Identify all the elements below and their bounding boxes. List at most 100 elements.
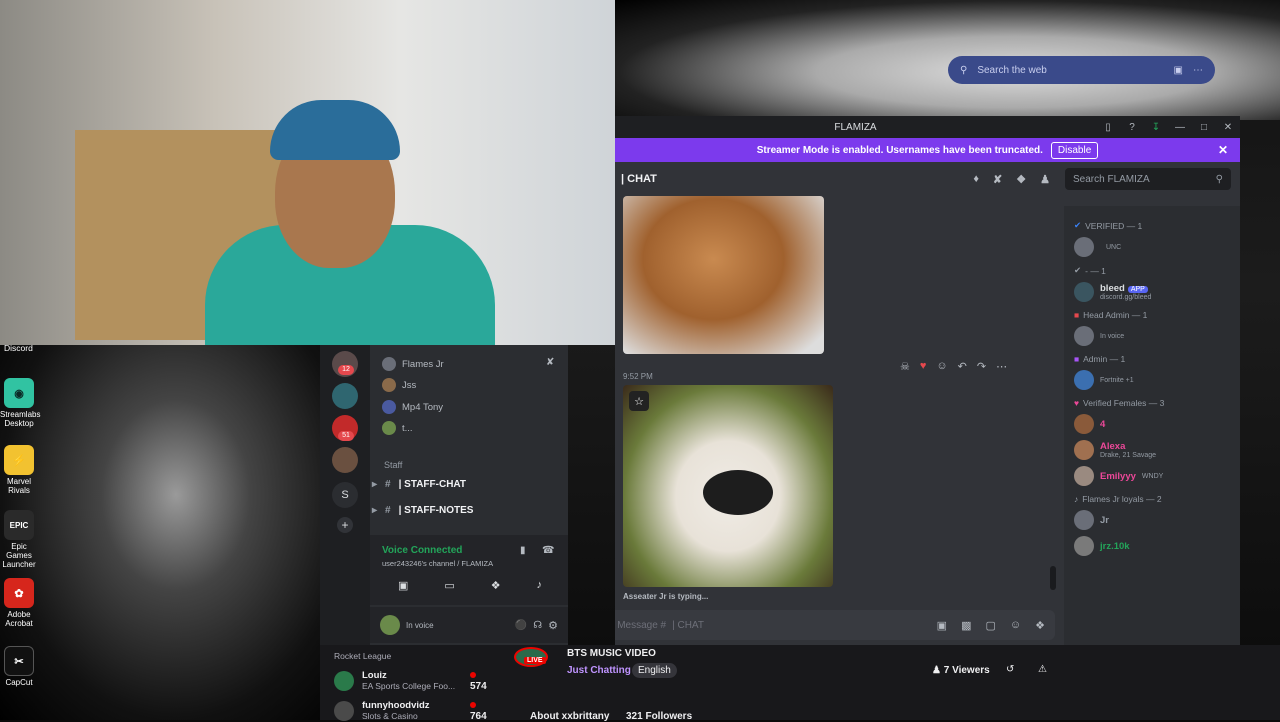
member-list: ✔ VERIFIED — 1 UNC ✔ - — 1 bleed APP discord… [1064,206,1240,651]
message-composer[interactable]: + Message # | CHAT ▣ ▩ ▢ ☺ ❖ [615,610,1055,640]
discord-window: FLAMIZA ▯ ? ↧ — □ ✕ Streamer Mode is ena… [615,116,1240,651]
camera-off-icon[interactable]: ▣ [398,579,408,592]
avatar[interactable] [380,615,400,635]
report-icon[interactable]: ⚠ [1038,664,1047,675]
threads-icon[interactable]: ♦ [973,173,979,186]
close-button[interactable]: ✕ [1216,122,1240,133]
music-icon: ♪ [1074,494,1079,504]
activities-icon[interactable]: ❖ [491,579,501,592]
notifications-icon[interactable]: ✘ [993,173,1002,186]
app-tag: APP [1127,286,1148,293]
server-icon[interactable] [332,447,358,473]
avatar [382,400,396,414]
reply-icon[interactable]: ↶ [958,360,967,373]
desktop-icon-capcut[interactable]: ✂ CapCut [0,646,38,687]
member-item[interactable]: Emilyyy WNDY [1074,466,1230,486]
web-search-bar[interactable]: ⚲ Search the web ▣ ⋯ [948,56,1215,84]
live-badge: LIVE [524,657,546,664]
server-icon[interactable] [332,383,358,409]
followed-channel[interactable]: Louiz EA Sports College Foo... 574 [334,670,487,692]
gif-icon[interactable]: ▩ [961,619,971,632]
mute-icon: ✘ [546,357,555,368]
add-server-icon[interactable]: + [337,517,353,533]
emoji-icon[interactable]: ☺ [936,360,947,373]
apps-icon[interactable]: ❖ [1035,619,1045,632]
close-icon[interactable]: ✕ [1218,143,1228,157]
avatar [1074,414,1094,434]
pin-icon[interactable]: ❖ [1016,173,1026,186]
member-item[interactable]: Jr [1074,510,1230,530]
avatar [1074,536,1094,556]
forward-icon[interactable]: ↷ [977,360,986,373]
member-item[interactable]: Alexa Drake, 21 Savage [1074,440,1230,460]
soundboard-icon[interactable]: ♪ [537,579,543,592]
disconnect-icon[interactable]: ☎ [542,545,554,556]
skull-reaction-icon[interactable]: ☠ [900,360,910,373]
window-title: FLAMIZA [834,121,877,133]
channel-staff-notes[interactable]: ▸ # | STAFF-NOTES [372,505,473,516]
compose-placeholder: Message # [617,619,667,631]
member-item[interactable]: Fortnite +1 [1074,370,1230,390]
desktop-icon-adobe-acrobat[interactable]: ✿ Adobe Acrobat [0,578,38,628]
voice-user[interactable]: Mp4 Tony [382,400,443,414]
signal-icon[interactable]: ▮ [520,545,526,556]
language-tag[interactable]: English [632,663,677,678]
smiling-dog-image-attachment[interactable]: ☆ [623,385,833,587]
member-item[interactable]: 4 [1074,414,1230,434]
followed-channel[interactable]: Rocket League [334,651,391,661]
member-group-header: ■ Head Admin — 1 [1074,310,1148,320]
members-icon[interactable]: ♟ [1040,173,1050,186]
channel-staff-chat[interactable]: ▸ # | STAFF-CHAT [372,479,466,490]
server-search[interactable]: Search FLAMIZA ⚲ [1065,168,1231,190]
voice-user[interactable]: Jss [382,378,416,392]
chat-scrollbar[interactable] [1050,566,1056,590]
desktop-icon-label: Streamlabs Desktop [0,410,41,428]
emoji-picker-icon[interactable]: ☺ [1010,619,1021,632]
help-icon[interactable]: ? [1120,122,1144,133]
member-item[interactable]: UNC [1074,237,1230,257]
member-status: UNC [1106,243,1122,251]
more-icon[interactable]: ⋯ [996,360,1007,373]
viewer-count: ♟ 7 Viewers [932,665,990,676]
dog-image-attachment[interactable] [623,196,824,354]
gift-icon[interactable]: ▣ [937,619,947,632]
maximize-button[interactable]: □ [1192,122,1216,133]
more-icon[interactable]: ⋯ [1193,65,1203,76]
stream-category[interactable]: Just Chatting [567,665,631,676]
lens-icon[interactable]: ▣ [1174,65,1183,76]
disable-streamer-button[interactable]: Disable [1050,141,1099,159]
member-item[interactable]: bleed APP discord.gg/bleed [1074,282,1230,302]
member-status: WNDY [1141,472,1164,480]
followed-channel[interactable]: funnyhoodvidz Slots & Casino 764 [334,700,487,722]
star-icon[interactable]: ☆ [629,391,649,411]
download-icon[interactable]: ↧ [1144,122,1168,133]
sticker-icon[interactable]: ▢ [985,619,995,632]
member-item[interactable]: jrz.10k [1074,536,1230,556]
desktop-icon-epic-games[interactable]: EPIC Epic Games Launcher [0,510,38,569]
heart-reaction-icon[interactable]: ♥ [920,360,927,373]
avatar [1074,282,1094,302]
microphone-icon[interactable]: ⚫ [515,620,527,631]
mention-badge: 51 [338,431,354,441]
member-group-header: ♥ Verified Females — 3 [1074,398,1165,408]
avatar [1074,440,1094,460]
streamer-notice: Streamer Mode is enabled. Usernames have… [756,144,1043,156]
desktop-icon-streamlabs[interactable]: ◉ Streamlabs Desktop [0,378,41,428]
desktop-icon-label: Marvel Rivals [6,477,31,495]
category-staff[interactable]: Staff [384,460,402,470]
voice-user[interactable]: t... [382,421,413,435]
avatar [1074,237,1094,257]
voice-user[interactable]: Flames Jr [382,357,444,371]
screen-share-icon[interactable]: ▭ [444,579,454,592]
headphones-icon[interactable]: ☊ [533,620,542,631]
verified-icon: ✔ [1074,220,1082,230]
twitch-page: Rocket League Louiz EA Sports College Foo… [320,645,1280,722]
share-icon[interactable]: ↺ [1006,664,1014,675]
minimize-button[interactable]: — [1168,122,1192,133]
desktop-icon-marvel-rivals[interactable]: ⚡ Marvel Rivals [0,445,38,495]
member-item[interactable]: In voice [1074,326,1230,346]
inbox-icon[interactable]: ▯ [1096,122,1120,133]
server-icon-letter[interactable]: S [332,482,358,508]
settings-icon[interactable]: ⚙ [548,619,558,632]
check-icon: ✔ [1074,265,1082,275]
